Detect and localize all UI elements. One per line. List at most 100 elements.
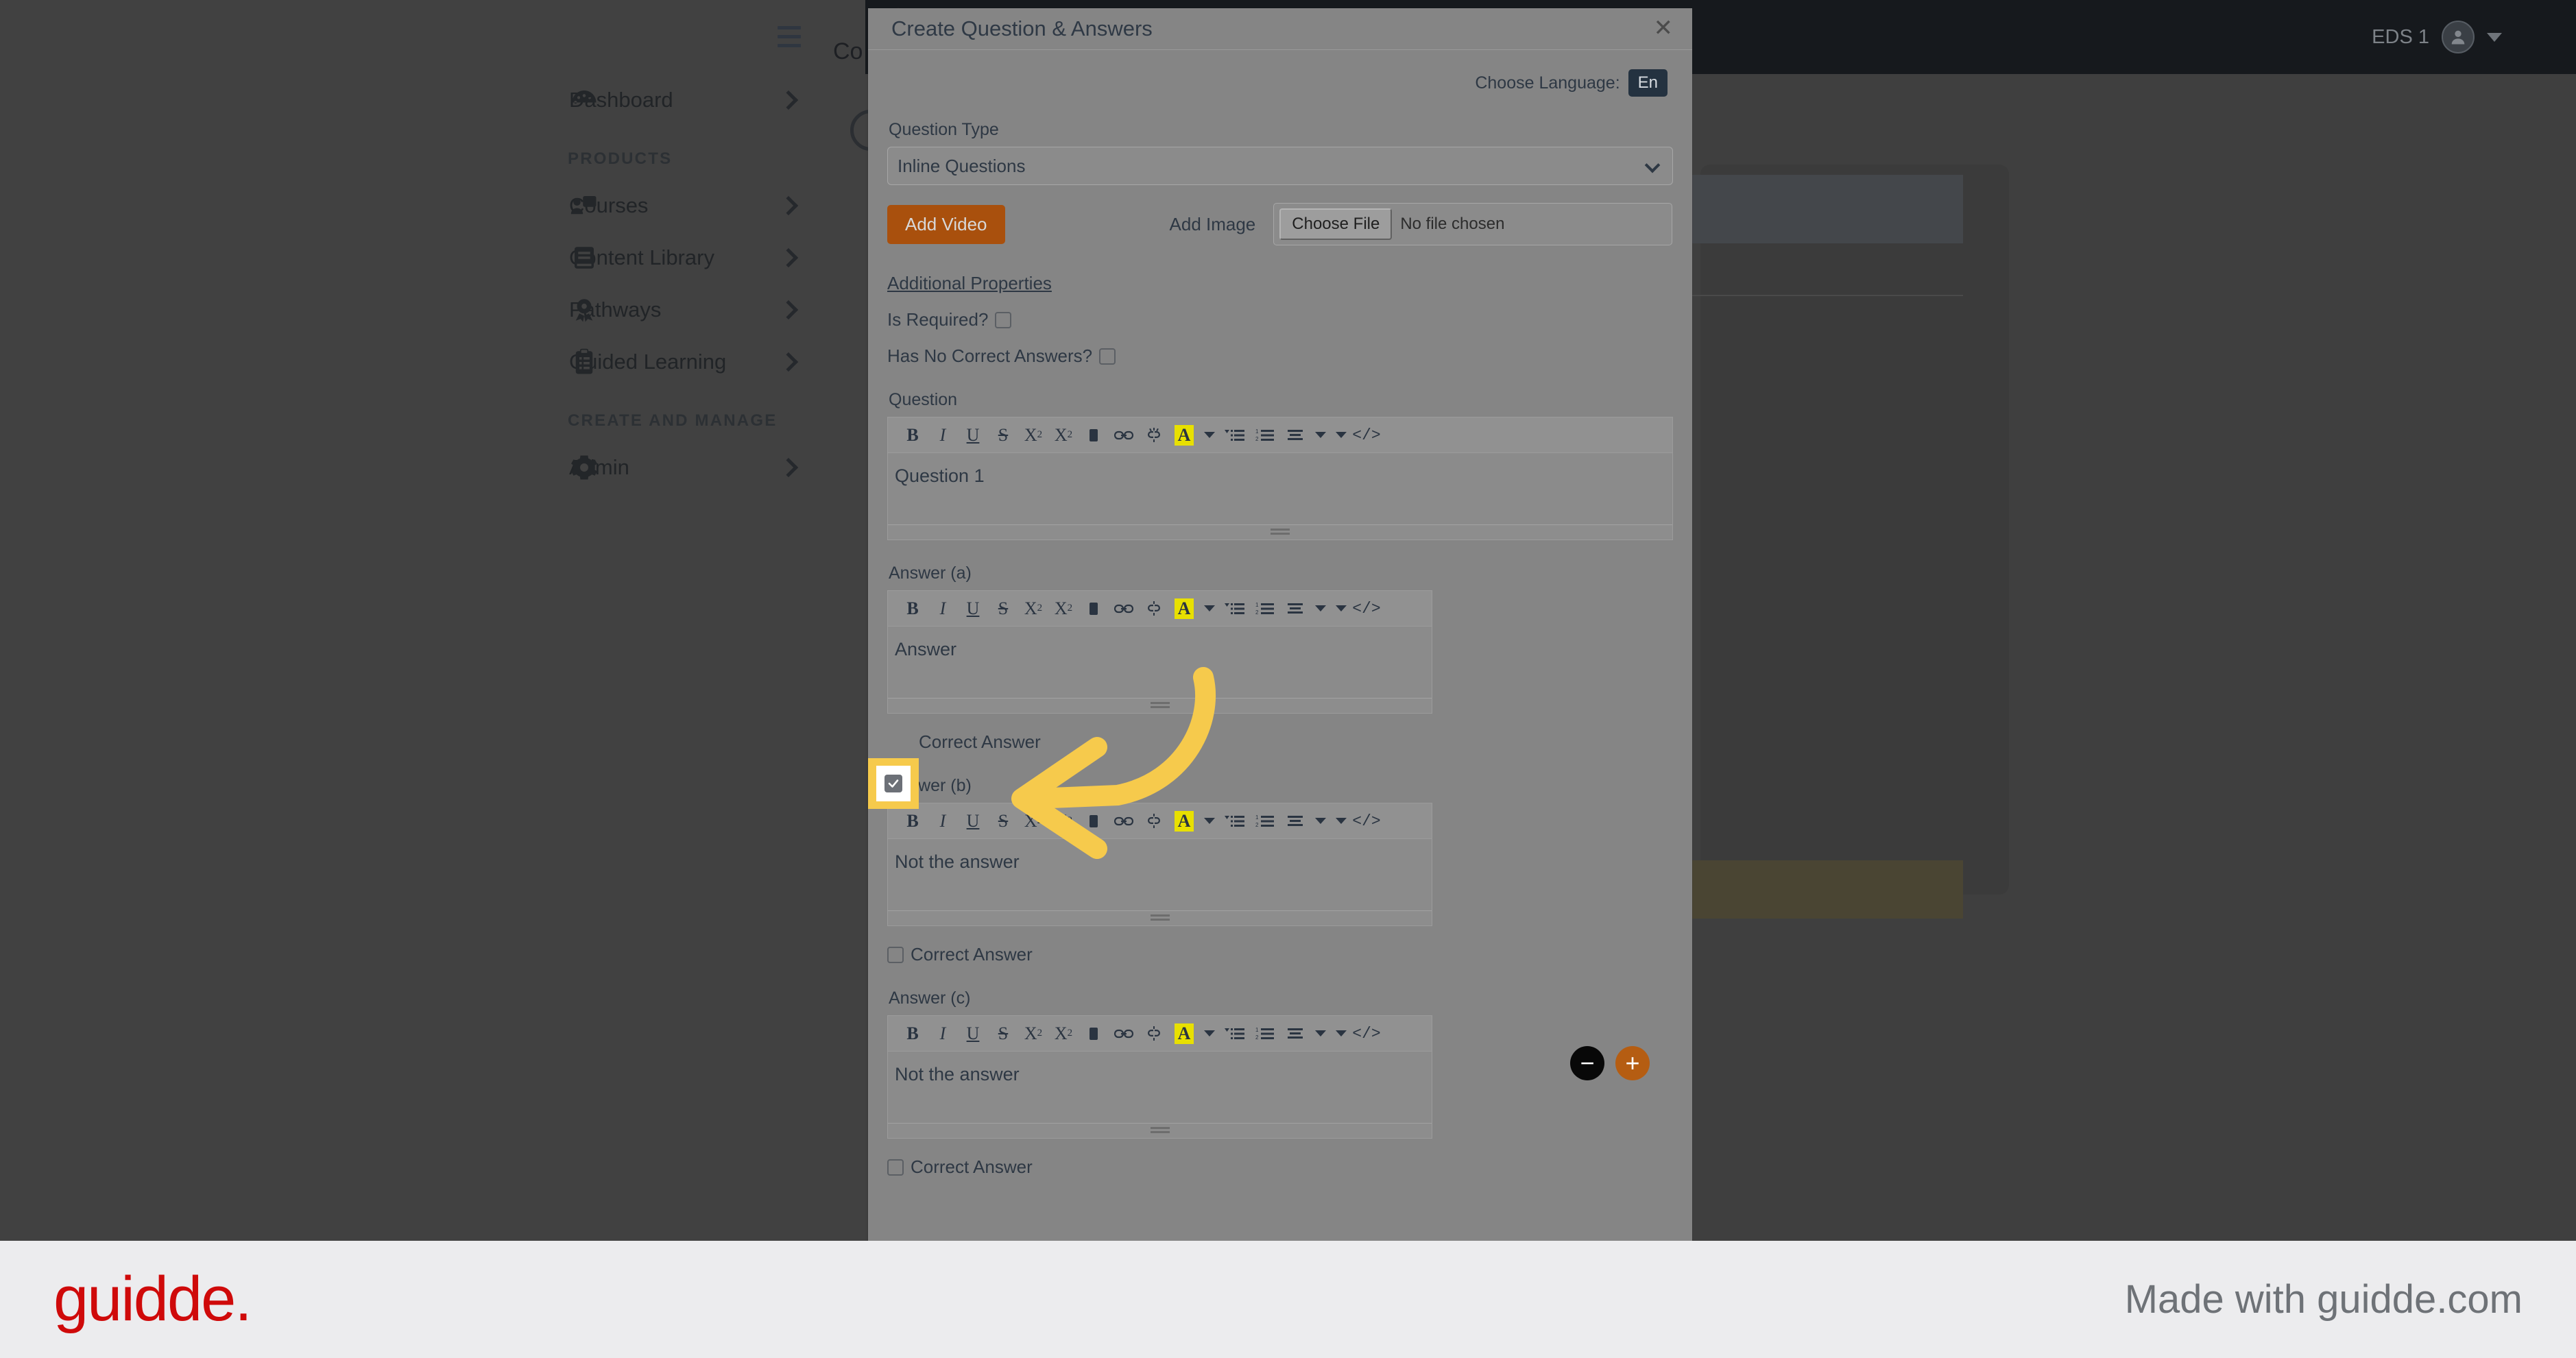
- is-required-row[interactable]: Is Required?: [887, 309, 1673, 330]
- subscript-icon[interactable]: X2: [1048, 422, 1079, 448]
- text-highlight-icon[interactable]: A: [1169, 422, 1199, 448]
- subscript-icon[interactable]: X2: [1048, 1021, 1079, 1047]
- underline-icon[interactable]: U: [958, 596, 988, 622]
- editor-resize-handle[interactable]: [888, 524, 1672, 539]
- strikethrough-icon[interactable]: S: [988, 596, 1018, 622]
- underline-icon[interactable]: U: [958, 1021, 988, 1047]
- answer-c-label: Answer (c): [889, 989, 971, 1008]
- close-icon[interactable]: ✕: [1654, 16, 1674, 40]
- remove-format-icon[interactable]: [1079, 1021, 1109, 1047]
- svg-text:1: 1: [1255, 428, 1259, 435]
- answer-b-correct-checkbox[interactable]: [887, 946, 904, 963]
- sidebar-item-admin[interactable]: Admin: [0, 441, 865, 494]
- top-bar-left-panel: [0, 0, 865, 74]
- remove-format-icon[interactable]: [1079, 422, 1109, 448]
- numbered-list-icon[interactable]: 12: [1250, 596, 1280, 622]
- language-selector: Choose Language: En: [887, 50, 1673, 97]
- sidebar-item-pathways[interactable]: Pathways: [0, 284, 865, 336]
- chevron-down-icon[interactable]: [1315, 432, 1326, 438]
- sidebar-section-products: PRODUCTS: [568, 149, 673, 168]
- chevron-down-icon[interactable]: [1336, 432, 1347, 438]
- has-no-correct-answers-row[interactable]: Has No Correct Answers?: [887, 345, 1673, 367]
- unlink-icon[interactable]: [1139, 422, 1169, 448]
- answer-c-text[interactable]: Not the answer: [888, 1052, 1432, 1123]
- question-type-label: Question Type: [889, 120, 999, 139]
- numbered-list-icon[interactable]: 12: [1250, 422, 1280, 448]
- language-pill[interactable]: En: [1628, 69, 1668, 97]
- hamburger-menu-icon[interactable]: [778, 26, 801, 47]
- is-required-checkbox[interactable]: [995, 311, 1012, 328]
- svg-text:2: 2: [1255, 436, 1259, 442]
- superscript-icon[interactable]: X2: [1018, 596, 1048, 622]
- guidde-logo: guidde.: [53, 1264, 252, 1334]
- chevron-down-icon[interactable]: [1204, 1030, 1215, 1036]
- link-icon[interactable]: [1109, 1021, 1139, 1047]
- chevron-down-icon[interactable]: [1336, 818, 1347, 824]
- subscript-icon[interactable]: X2: [1048, 596, 1079, 622]
- question-type-select[interactable]: Inline Questions: [887, 147, 1673, 185]
- italic-icon[interactable]: I: [928, 422, 958, 448]
- has-no-correct-answers-checkbox[interactable]: [1099, 348, 1116, 365]
- answer-c-correct-checkbox[interactable]: [887, 1159, 904, 1176]
- bullet-list-icon[interactable]: [1220, 1021, 1250, 1047]
- bullet-list-icon[interactable]: [1220, 596, 1250, 622]
- answer-a-correct-checkbox[interactable]: [884, 775, 902, 792]
- answer-b-correct-row[interactable]: Correct Answer: [887, 944, 1673, 965]
- code-view-icon[interactable]: </>: [1351, 596, 1382, 622]
- sidebar-item-guided-learning[interactable]: Guided Learning: [0, 336, 865, 388]
- text-highlight-icon[interactable]: A: [1169, 1021, 1199, 1047]
- code-view-icon[interactable]: </>: [1351, 1021, 1382, 1047]
- image-file-input[interactable]: Choose File No file chosen: [1273, 203, 1673, 245]
- editor-resize-handle[interactable]: [888, 1123, 1432, 1138]
- chevron-down-icon[interactable]: [1315, 1030, 1326, 1036]
- align-icon[interactable]: [1280, 596, 1310, 622]
- choose-file-button[interactable]: Choose File: [1279, 208, 1393, 240]
- italic-icon[interactable]: I: [928, 596, 958, 622]
- link-icon[interactable]: [1109, 596, 1139, 622]
- award-ribbon-icon: [568, 293, 601, 326]
- unlink-icon[interactable]: [1139, 596, 1169, 622]
- remove-format-icon[interactable]: [1079, 596, 1109, 622]
- align-icon[interactable]: [1280, 808, 1310, 834]
- strikethrough-icon[interactable]: S: [988, 422, 1018, 448]
- remove-answer-button[interactable]: −: [1570, 1046, 1604, 1080]
- code-view-icon[interactable]: </>: [1351, 808, 1382, 834]
- sidebar-item-content-library[interactable]: Content Library: [0, 232, 865, 284]
- unlink-icon[interactable]: [1139, 1021, 1169, 1047]
- user-menu[interactable]: EDS 1: [2372, 21, 2502, 53]
- editor-resize-handle[interactable]: [888, 910, 1432, 925]
- sidebar-item-dashboard[interactable]: Dashboard: [0, 74, 865, 126]
- bold-icon[interactable]: B: [898, 1021, 928, 1047]
- superscript-icon[interactable]: X2: [1018, 1021, 1048, 1047]
- chevron-down-icon[interactable]: [1336, 605, 1347, 611]
- add-answer-button[interactable]: +: [1615, 1046, 1650, 1080]
- bold-icon[interactable]: B: [898, 422, 928, 448]
- chevron-down-icon[interactable]: [1204, 432, 1215, 438]
- add-video-button[interactable]: Add Video: [887, 204, 1005, 244]
- bullet-list-icon[interactable]: [1220, 422, 1250, 448]
- code-view-icon[interactable]: </>: [1351, 422, 1382, 448]
- align-icon[interactable]: [1280, 422, 1310, 448]
- chevron-down-icon[interactable]: [2487, 32, 2502, 42]
- superscript-icon[interactable]: X2: [1018, 422, 1048, 448]
- bold-icon[interactable]: B: [898, 596, 928, 622]
- question-text[interactable]: Question 1: [888, 453, 1672, 524]
- underline-icon[interactable]: U: [958, 422, 988, 448]
- sidebar-item-courses[interactable]: Courses: [0, 180, 865, 232]
- chevron-down-icon[interactable]: [1336, 1030, 1347, 1036]
- chevron-down-icon[interactable]: [1315, 818, 1326, 824]
- chevron-down-icon[interactable]: [1315, 605, 1326, 611]
- align-icon[interactable]: [1280, 1021, 1310, 1047]
- italic-icon[interactable]: I: [928, 1021, 958, 1047]
- text-highlight-icon[interactable]: A: [1169, 596, 1199, 622]
- chevron-down-icon[interactable]: [1204, 605, 1215, 611]
- link-icon[interactable]: [1109, 422, 1139, 448]
- background-cta-button[interactable]: [1675, 860, 1963, 919]
- additional-properties-link[interactable]: Additional Properties: [887, 273, 1052, 294]
- answer-c-correct-row[interactable]: Correct Answer: [887, 1156, 1673, 1178]
- numbered-list-icon[interactable]: 12: [1250, 1021, 1280, 1047]
- strikethrough-icon[interactable]: S: [988, 1021, 1018, 1047]
- grip-icon: [1150, 1126, 1170, 1135]
- question-rich-text-editor: B I U S X2 X2 A 1 2 </> Question 1: [887, 417, 1673, 540]
- chevron-right-icon: [778, 247, 799, 268]
